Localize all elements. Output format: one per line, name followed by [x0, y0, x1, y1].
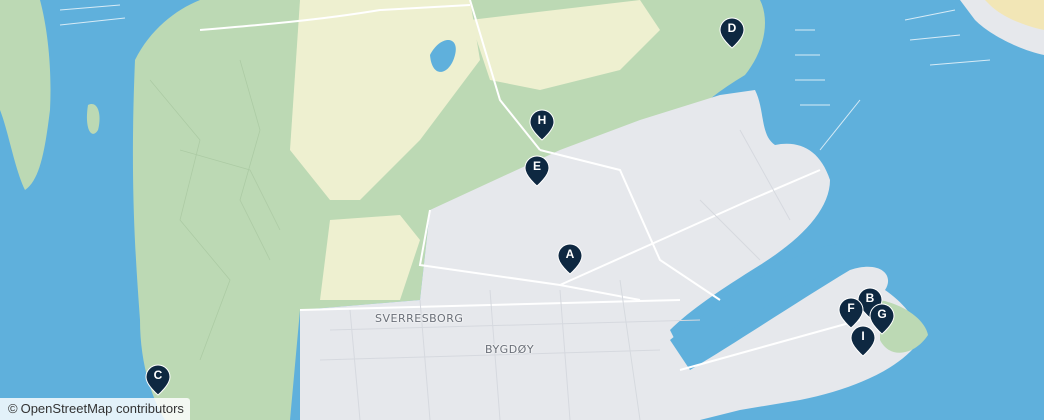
map-marker-d[interactable]: D — [719, 17, 745, 49]
map-view[interactable]: SVERRESBORG BYGDØY A B C D E F G H I © Op… — [0, 0, 1044, 420]
map-marker-c[interactable]: C — [145, 364, 171, 396]
copyright-symbol: © — [8, 401, 18, 416]
marker-letter: G — [877, 307, 887, 321]
marker-letter: D — [727, 21, 737, 35]
map-marker-h[interactable]: H — [529, 109, 555, 141]
map-attribution: © OpenStreetMap contributors — [0, 398, 190, 420]
marker-letter: F — [847, 301, 855, 315]
marker-letter: C — [153, 368, 163, 382]
map-marker-i[interactable]: I — [850, 325, 876, 357]
map-base — [0, 0, 1044, 420]
marker-letter: E — [532, 159, 541, 173]
marker-letter: A — [565, 247, 575, 261]
attribution-link[interactable]: OpenStreetMap contributors — [21, 401, 184, 416]
place-label-bygdoy: BYGDØY — [485, 343, 535, 356]
map-marker-e[interactable]: E — [524, 155, 550, 187]
place-label-sverresborg: SVERRESBORG — [375, 312, 464, 325]
marker-letter: I — [861, 329, 865, 343]
map-marker-a[interactable]: A — [557, 243, 583, 275]
marker-letter: H — [537, 113, 547, 127]
